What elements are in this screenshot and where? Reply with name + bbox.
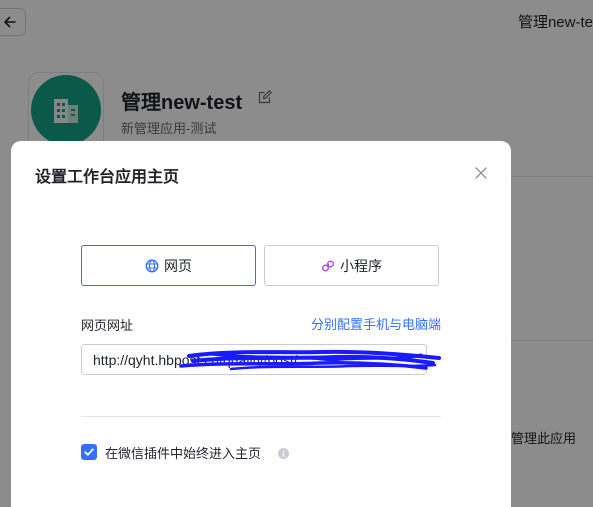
always-enter-homepage-label[interactable]: 在微信插件中始终进入主页 [105,443,261,462]
split-config-link[interactable]: 分别配置手机与电脑端 [311,314,441,333]
modal-title: 设置工作台应用主页 [35,169,180,186]
close-icon [475,167,487,179]
type-mini-program-button[interactable]: 小程序 [264,245,439,286]
set-homepage-modal: 设置工作台应用主页 网页 小程序 网页网址 分别配置手机与电脑端 http://… [11,141,511,507]
mini-program-icon [321,259,335,273]
close-button[interactable] [471,163,491,183]
globe-icon [145,259,159,273]
type-web-button[interactable]: 网页 [81,245,256,286]
check-icon [84,448,94,456]
divider [81,416,441,417]
type-mini-program-label: 小程序 [340,257,382,274]
url-input[interactable] [81,344,427,375]
url-label: 网页网址 [81,318,134,333]
info-icon[interactable] [278,446,289,464]
screen: 管理new-te 管理new-test 新管理应用-测试 内管理此应用 设置工作… [0,0,593,507]
type-web-label: 网页 [164,257,192,274]
always-enter-homepage-checkbox[interactable] [81,444,97,460]
